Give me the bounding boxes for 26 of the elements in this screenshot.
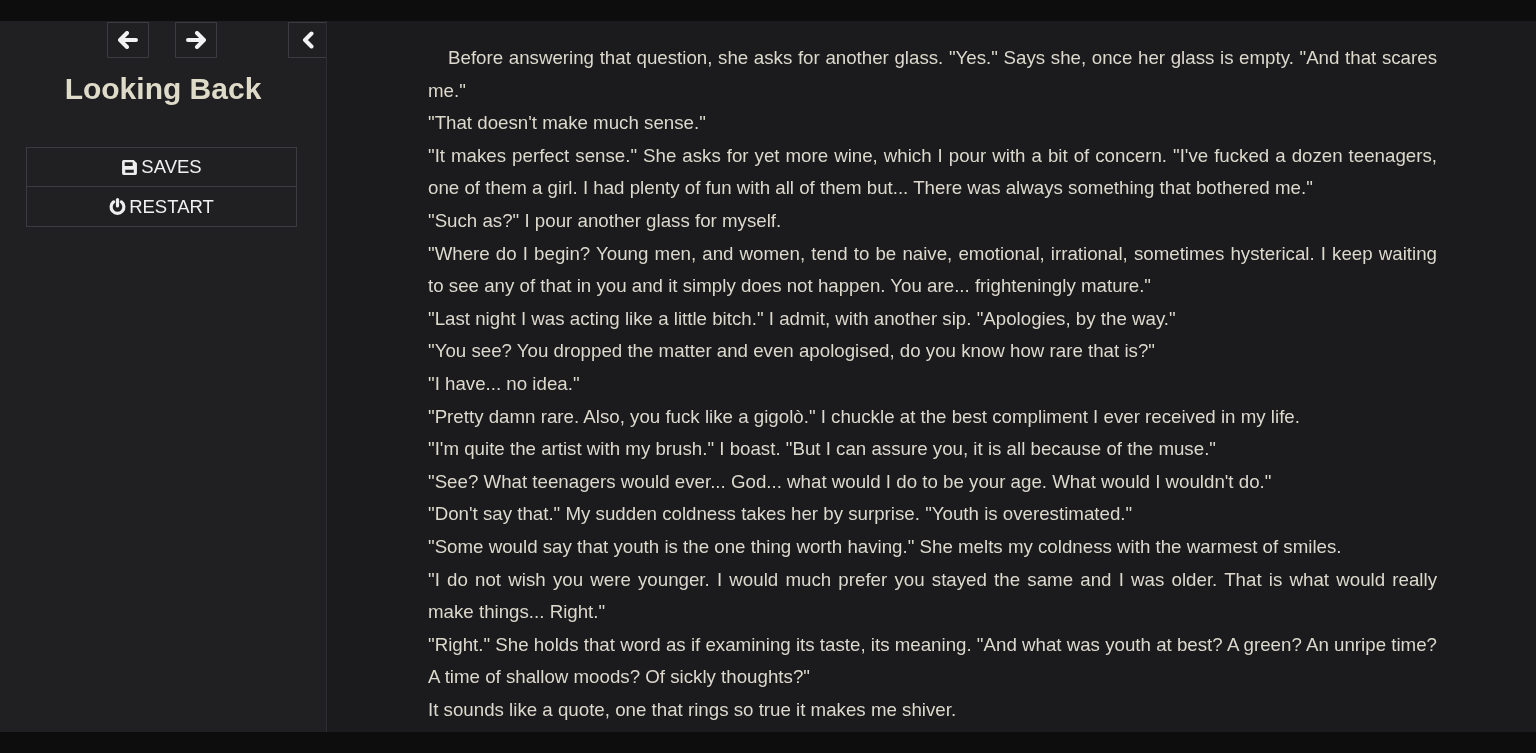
menu-item[interactable]: SAVES [26, 147, 297, 187]
story-paragraph: "Don't say that." My sudden coldness takes her by surprise. "Youth is overestimated." [428, 502, 1134, 527]
story-paragraph: "I'm quite the artist with my brush." I boast. "But I can assure you, it is all because of the muse." [428, 437, 1217, 462]
story-paragraph: Before answering that question, she asks for another glass. "Yes." Says she, once her glass is empty. "And that scares me." [428, 46, 1437, 103]
story-paragraph: "It makes perfect sense." She asks for yet more wine, which I pour with a bit of concern. "I've fucked a dozen teenagers, one of them a girl. I had plenty of fun with all of them but... There was always something that bothered me." [428, 143, 1437, 201]
power-icon [109, 198, 127, 215]
back-button[interactable] [107, 22, 149, 58]
right-arrow-icon [186, 31, 206, 49]
story-paragraph: It sounds like a quote, one that rings so true it makes me shiver. [428, 697, 958, 722]
story-paragraph: "Such as?" I pour another glass for myself. [428, 208, 783, 233]
menu-item[interactable]: RESTART [26, 187, 297, 227]
story-paragraph: "Last night I was acting like a little bitch." I admit, with another sip. "Apologies, by the way." [428, 306, 1177, 331]
story-paragraph: "Right." She holds that word as if examining its taste, its meaning. "And what was youth at best? A green? An unripe time? A time of shallow moods? Of sickly thoughts?" [428, 632, 1437, 690]
story-paragraph: "I do not wish you were younger. I would much prefer you stayed the same and I was older. That is what would really make things... Right." [428, 567, 1437, 625]
story-paragraph: "You see? You dropped the matter and even apologised, do you know how rare that is?" [428, 339, 1156, 364]
collapse-sidebar-button[interactable] [288, 22, 326, 58]
story-paragraph: "That doesn't make much sense." [428, 111, 707, 136]
chevron-left-icon [301, 31, 314, 49]
story-paragraph: "I have... no idea." [428, 371, 581, 396]
story-title: Looking Back [64, 71, 262, 107]
story-paragraph: "Some would say that youth is the one thing worth having." She melts my coldness with the warmest of smiles. [428, 534, 1343, 559]
story-paragraph: "See? What teenagers would ever... God... what would I do to be your age. What would I wouldn't do." [428, 469, 1273, 494]
left-arrow-icon [118, 31, 138, 49]
story-paragraph: "Where do I begin? Young men, and women, tend to be naive, emotional, irrational, sometimes hysterical. I keep waiting to see any of that in you and it simply does not happen. You are... frighteningly mature." [428, 241, 1437, 299]
story-paragraph: "Pretty damn rare. Also, you fuck like a gigolò." I chuckle at the best compliment I ever received in my life. [428, 404, 1301, 429]
forward-button[interactable] [175, 22, 217, 58]
